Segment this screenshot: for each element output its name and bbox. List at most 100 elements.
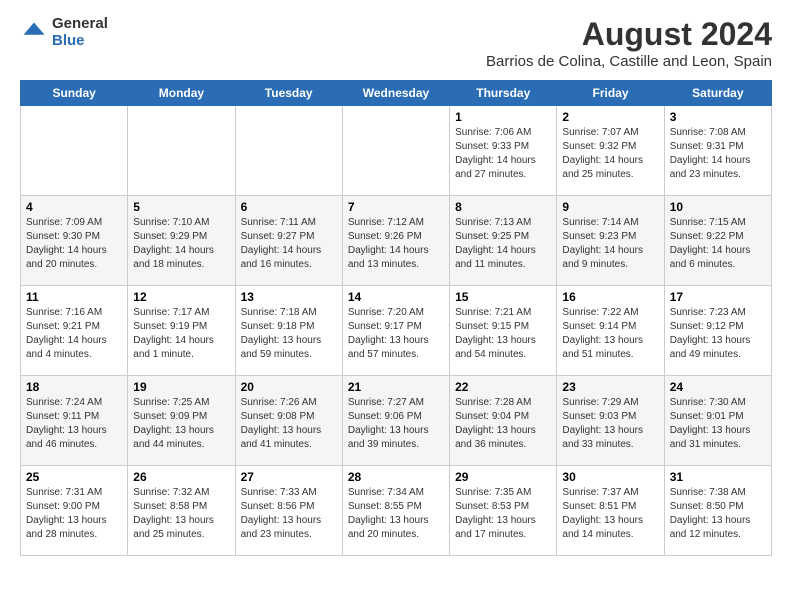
calendar-cell: 21 Sunrise: 7:27 AM Sunset: 9:06 PM Dayli… [342,376,449,466]
page-header: General Blue August 2024 Barrios de Coli… [20,16,772,70]
day-info: Sunrise: 7:22 AM Sunset: 9:14 PM Dayligh… [562,306,658,362]
day-info: Sunrise: 7:28 AM Sunset: 9:04 PM Dayligh… [455,396,551,452]
day-number: 8 [455,200,551,214]
day-info: Sunrise: 7:37 AM Sunset: 8:51 PM Dayligh… [562,486,658,542]
calendar-cell: 10Sunrise: 7:15 AM Sunset: 9:22 PM Dayli… [664,196,771,286]
calendar-cell: 6 Sunrise: 7:11 AM Sunset: 9:27 PM Daylig… [235,196,342,286]
day-info: Sunrise: 7:25 AM Sunset: 9:09 PM Dayligh… [133,396,229,452]
calendar-cell: 19 Sunrise: 7:25 AM Sunset: 9:09 PM Dayli… [128,376,235,466]
calendar-cell [21,106,128,196]
weekday-header-row: SundayMondayTuesdayWednesdayThursdayFrid… [21,81,772,106]
day-number: 6 [241,200,337,214]
calendar-title: August 2024 [486,16,772,53]
day-number: 7 [348,200,444,214]
calendar-cell [235,106,342,196]
calendar-cell: 22 Sunrise: 7:28 AM Sunset: 9:04 PM Dayli… [450,376,557,466]
day-info: Sunrise: 7:14 AM Sunset: 9:23 PM Dayligh… [562,216,658,272]
day-info: Sunrise: 7:13 AM Sunset: 9:25 PM Dayligh… [455,216,551,272]
calendar-cell [342,106,449,196]
calendar-cell: 14Sunrise: 7:20 AM Sunset: 9:17 PM Dayli… [342,286,449,376]
calendar-cell: 23Sunrise: 7:29 AM Sunset: 9:03 PM Dayli… [557,376,664,466]
calendar-cell: 13 Sunrise: 7:18 AM Sunset: 9:18 PM Dayli… [235,286,342,376]
day-number: 22 [455,380,551,394]
day-info: Sunrise: 7:12 AM Sunset: 9:26 PM Dayligh… [348,216,444,272]
calendar-cell: 11 Sunrise: 7:16 AM Sunset: 9:21 PM Dayli… [21,286,128,376]
day-info: Sunrise: 7:32 AM Sunset: 8:58 PM Dayligh… [133,486,229,542]
day-info: Sunrise: 7:11 AM Sunset: 9:27 PM Dayligh… [241,216,337,272]
day-info: Sunrise: 7:07 AM Sunset: 9:32 PM Dayligh… [562,126,658,182]
day-info: Sunrise: 7:38 AM Sunset: 8:50 PM Dayligh… [670,486,766,542]
calendar-cell: 31 Sunrise: 7:38 AM Sunset: 8:50 PM Dayli… [664,466,771,556]
title-block: August 2024 Barrios de Colina, Castille … [486,16,772,70]
day-number: 13 [241,290,337,304]
day-info: Sunrise: 7:08 AM Sunset: 9:31 PM Dayligh… [670,126,766,182]
calendar-subtitle: Barrios de Colina, Castille and Leon, Sp… [486,53,772,70]
day-number: 30 [562,470,658,484]
day-number: 28 [348,470,444,484]
weekday-header-monday: Monday [128,81,235,106]
day-info: Sunrise: 7:27 AM Sunset: 9:06 PM Dayligh… [348,396,444,452]
calendar-cell: 1 Sunrise: 7:06 AM Sunset: 9:33 PM Daylig… [450,106,557,196]
calendar-cell: 12 Sunrise: 7:17 AM Sunset: 9:19 PM Dayli… [128,286,235,376]
day-info: Sunrise: 7:35 AM Sunset: 8:53 PM Dayligh… [455,486,551,542]
calendar-cell: 5Sunrise: 7:10 AM Sunset: 9:29 PM Daylig… [128,196,235,286]
calendar-cell [128,106,235,196]
day-number: 16 [562,290,658,304]
day-info: Sunrise: 7:26 AM Sunset: 9:08 PM Dayligh… [241,396,337,452]
calendar-week-3: 11 Sunrise: 7:16 AM Sunset: 9:21 PM Dayli… [21,286,772,376]
day-number: 26 [133,470,229,484]
day-info: Sunrise: 7:17 AM Sunset: 9:19 PM Dayligh… [133,306,229,362]
day-number: 29 [455,470,551,484]
day-info: Sunrise: 7:16 AM Sunset: 9:21 PM Dayligh… [26,306,122,362]
day-info: Sunrise: 7:31 AM Sunset: 9:00 PM Dayligh… [26,486,122,542]
day-number: 2 [562,110,658,124]
calendar-cell: 27Sunrise: 7:33 AM Sunset: 8:56 PM Dayli… [235,466,342,556]
day-number: 20 [241,380,337,394]
calendar-cell: 7 Sunrise: 7:12 AM Sunset: 9:26 PM Daylig… [342,196,449,286]
day-number: 21 [348,380,444,394]
day-info: Sunrise: 7:24 AM Sunset: 9:11 PM Dayligh… [26,396,122,452]
calendar-week-1: 1 Sunrise: 7:06 AM Sunset: 9:33 PM Daylig… [21,106,772,196]
day-number: 3 [670,110,766,124]
calendar-cell: 16 Sunrise: 7:22 AM Sunset: 9:14 PM Dayli… [557,286,664,376]
calendar-table: SundayMondayTuesdayWednesdayThursdayFrid… [20,80,772,556]
calendar-cell: 4Sunrise: 7:09 AM Sunset: 9:30 PM Daylig… [21,196,128,286]
weekday-header-thursday: Thursday [450,81,557,106]
day-info: Sunrise: 7:30 AM Sunset: 9:01 PM Dayligh… [670,396,766,452]
day-number: 1 [455,110,551,124]
calendar-cell: 9 Sunrise: 7:14 AM Sunset: 9:23 PM Daylig… [557,196,664,286]
calendar-cell: 8 Sunrise: 7:13 AM Sunset: 9:25 PM Daylig… [450,196,557,286]
day-number: 31 [670,470,766,484]
calendar-cell: 17Sunrise: 7:23 AM Sunset: 9:12 PM Dayli… [664,286,771,376]
calendar-cell: 3 Sunrise: 7:08 AM Sunset: 9:31 PM Daylig… [664,106,771,196]
day-number: 19 [133,380,229,394]
calendar-cell: 28Sunrise: 7:34 AM Sunset: 8:55 PM Dayli… [342,466,449,556]
day-number: 11 [26,290,122,304]
day-number: 15 [455,290,551,304]
calendar-week-2: 4Sunrise: 7:09 AM Sunset: 9:30 PM Daylig… [21,196,772,286]
calendar-cell: 30 Sunrise: 7:37 AM Sunset: 8:51 PM Dayli… [557,466,664,556]
day-number: 27 [241,470,337,484]
day-number: 23 [562,380,658,394]
day-info: Sunrise: 7:06 AM Sunset: 9:33 PM Dayligh… [455,126,551,182]
day-number: 12 [133,290,229,304]
logo-icon [20,19,48,47]
calendar-cell: 15Sunrise: 7:21 AM Sunset: 9:15 PM Dayli… [450,286,557,376]
day-number: 9 [562,200,658,214]
calendar-cell: 20 Sunrise: 7:26 AM Sunset: 9:08 PM Dayli… [235,376,342,466]
day-number: 18 [26,380,122,394]
calendar-body: 1 Sunrise: 7:06 AM Sunset: 9:33 PM Daylig… [21,106,772,556]
day-info: Sunrise: 7:09 AM Sunset: 9:30 PM Dayligh… [26,216,122,272]
day-info: Sunrise: 7:23 AM Sunset: 9:12 PM Dayligh… [670,306,766,362]
calendar-header: SundayMondayTuesdayWednesdayThursdayFrid… [21,81,772,106]
weekday-header-sunday: Sunday [21,81,128,106]
weekday-header-wednesday: Wednesday [342,81,449,106]
day-info: Sunrise: 7:18 AM Sunset: 9:18 PM Dayligh… [241,306,337,362]
calendar-cell: 26 Sunrise: 7:32 AM Sunset: 8:58 PM Dayli… [128,466,235,556]
logo-text: General Blue [52,16,108,49]
calendar-cell: 25Sunrise: 7:31 AM Sunset: 9:00 PM Dayli… [21,466,128,556]
calendar-cell: 29 Sunrise: 7:35 AM Sunset: 8:53 PM Dayli… [450,466,557,556]
calendar-week-5: 25Sunrise: 7:31 AM Sunset: 9:00 PM Dayli… [21,466,772,556]
weekday-header-friday: Friday [557,81,664,106]
logo: General Blue [20,16,108,49]
